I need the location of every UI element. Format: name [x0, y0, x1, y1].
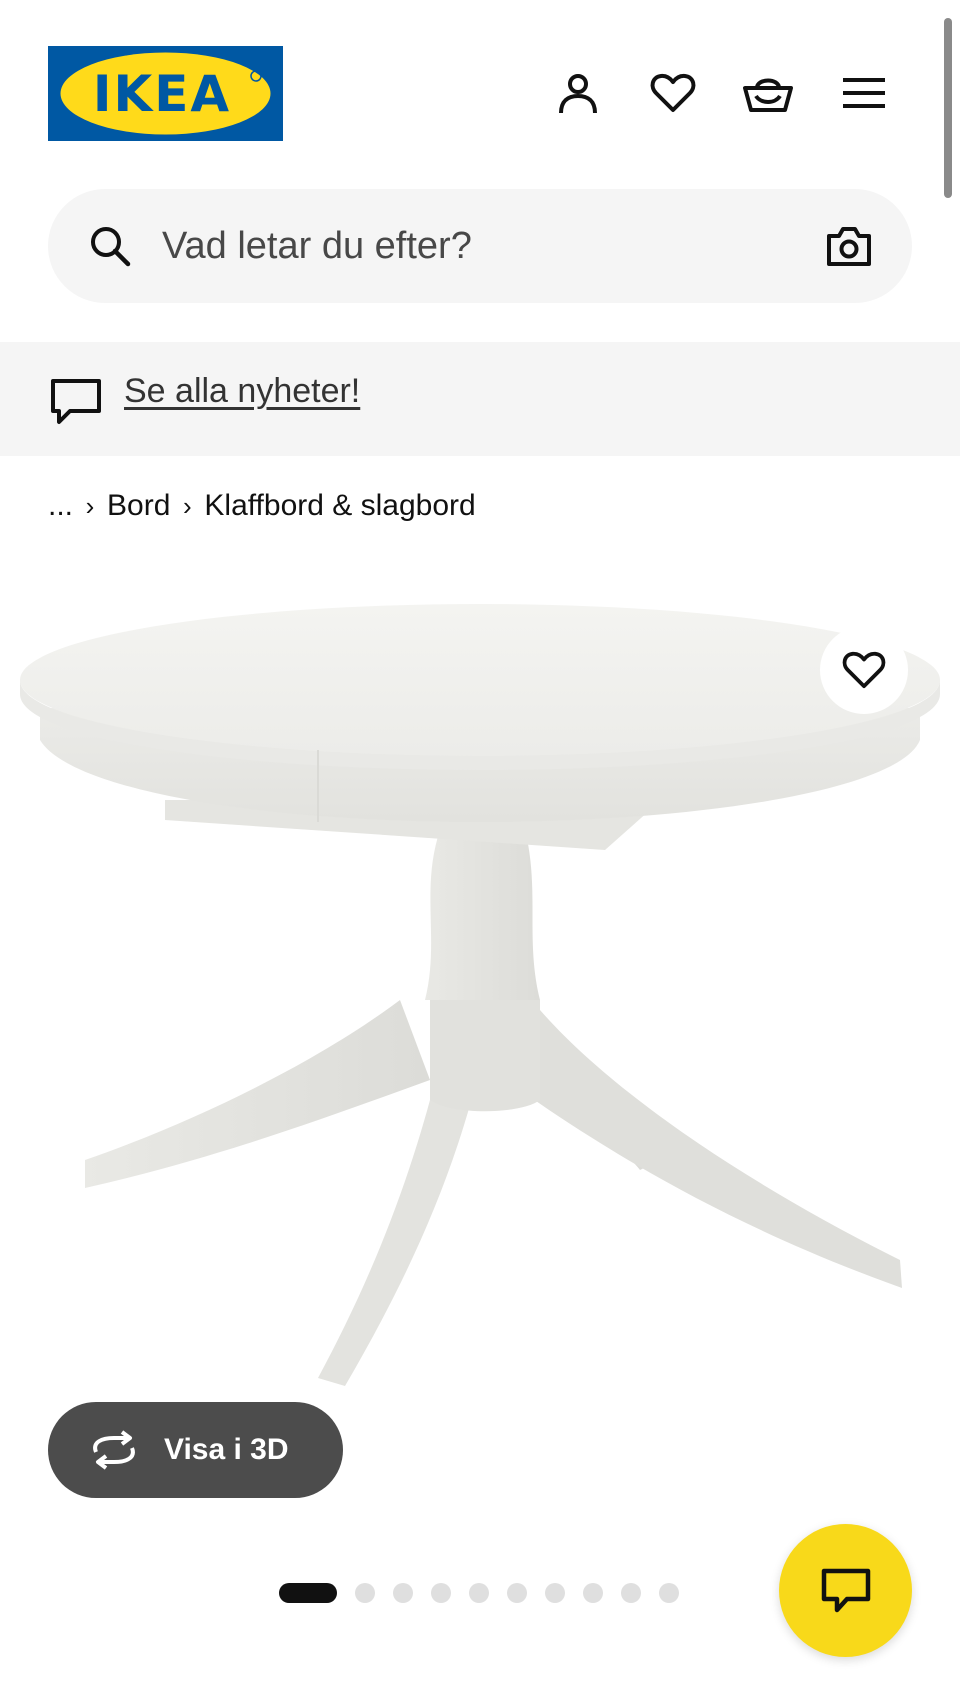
- heart-icon: [842, 651, 886, 689]
- search-icon: [91, 227, 131, 267]
- carousel-pagination: [279, 1582, 697, 1604]
- chevron-right-icon: ›: [183, 490, 192, 521]
- rotate-3d-icon: [93, 1430, 135, 1470]
- add-to-favorites-button[interactable]: [820, 626, 908, 714]
- view-in-3d-button[interactable]: Visa i 3D: [48, 1402, 343, 1498]
- carousel-dot-9[interactable]: [621, 1583, 641, 1603]
- carousel-dot-1[interactable]: [279, 1583, 337, 1603]
- carousel-dot-8[interactable]: [583, 1583, 603, 1603]
- see-all-news-link[interactable]: Se alla nyheter!: [124, 372, 360, 411]
- hamburger-menu-icon: [843, 78, 885, 108]
- page-scrollbar[interactable]: [944, 18, 952, 198]
- carousel-dot-7[interactable]: [545, 1583, 565, 1603]
- carousel-dot-5[interactable]: [469, 1583, 489, 1603]
- breadcrumb: ... › Bord › Klaffbord & slagbord: [48, 488, 476, 524]
- svg-text:IKEA: IKEA: [93, 65, 231, 123]
- breadcrumb-item-bord[interactable]: Bord: [107, 489, 170, 523]
- search-bar: [48, 189, 912, 303]
- favorites-button[interactable]: [648, 68, 698, 118]
- camera-icon[interactable]: [826, 224, 872, 268]
- carousel-dot-10[interactable]: [659, 1583, 679, 1603]
- product-image: [20, 604, 940, 1386]
- cart-button[interactable]: [743, 68, 793, 118]
- menu-button[interactable]: [839, 68, 889, 118]
- chat-button[interactable]: [779, 1524, 912, 1657]
- breadcrumb-ellipsis[interactable]: ...: [48, 489, 73, 523]
- person-icon: [559, 74, 597, 114]
- chat-bubble-icon: [821, 1568, 870, 1612]
- basket-icon: [743, 78, 793, 112]
- chevron-right-icon: ›: [85, 490, 95, 521]
- carousel-dot-4[interactable]: [431, 1583, 451, 1603]
- heart-icon: [650, 73, 696, 112]
- carousel-dot-3[interactable]: [393, 1583, 413, 1603]
- carousel-dot-2[interactable]: [355, 1583, 375, 1603]
- view-in-3d-label: Visa i 3D: [164, 1433, 289, 1466]
- news-banner: Se alla nyheter!: [0, 342, 960, 456]
- carousel-dot-6[interactable]: [507, 1583, 527, 1603]
- speech-bubble-icon: [51, 379, 101, 424]
- breadcrumb-item-klaffbord[interactable]: Klaffbord & slagbord: [204, 489, 475, 523]
- ikea-logo[interactable]: IKEA: [48, 46, 283, 141]
- search-input[interactable]: [162, 215, 802, 277]
- account-button[interactable]: [553, 68, 603, 118]
- site-header: IKEA: [0, 0, 960, 180]
